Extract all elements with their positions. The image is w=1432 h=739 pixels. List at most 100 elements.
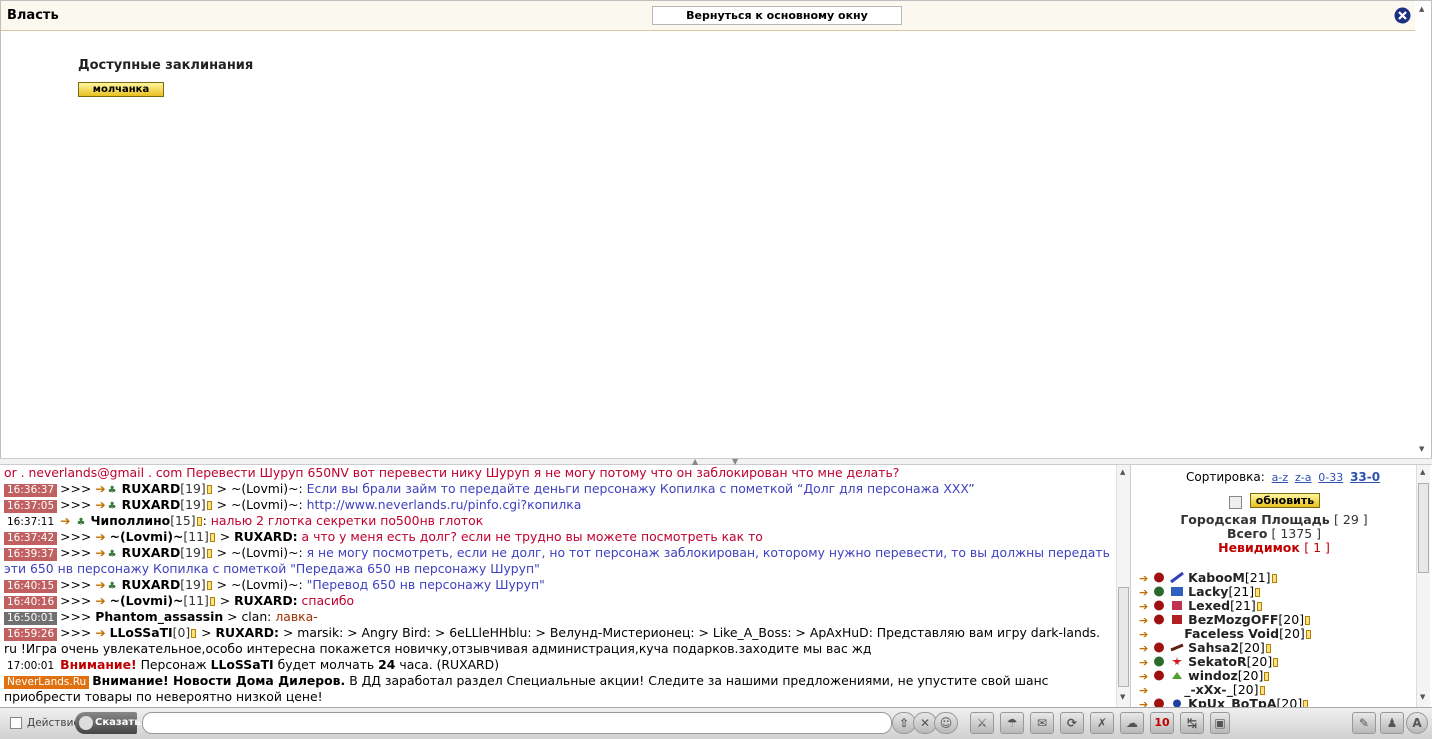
info-icon[interactable]	[206, 485, 212, 494]
info-icon[interactable]	[1273, 658, 1279, 667]
timestamp[interactable]: 16:37:05	[4, 500, 58, 513]
auto-refresh-checkbox[interactable]	[1229, 496, 1242, 509]
player-row[interactable]: ➔ Sahsa2[20]	[1139, 641, 1409, 655]
fight-icon[interactable]: ⚔	[970, 712, 994, 734]
recipient[interactable]: RUXARD:	[215, 625, 279, 640]
info-icon[interactable]	[1305, 630, 1311, 639]
info-icon[interactable]	[1305, 616, 1311, 625]
sort-za-link[interactable]: z-a	[1295, 471, 1311, 484]
nick[interactable]: Phantom_assassin	[95, 609, 223, 624]
nick[interactable]: RUXARD	[122, 577, 181, 592]
top-scrollbar[interactable]: ▲ ▼	[1415, 1, 1431, 459]
sort-az-link[interactable]: a-z	[1272, 471, 1288, 484]
panel-splitter[interactable]: ▲ ▼	[0, 457, 1432, 466]
window-icon[interactable]: ▣	[1210, 712, 1230, 734]
timer-icon[interactable]: 10	[1150, 712, 1174, 734]
silence-spell-button[interactable]: молчанка	[78, 82, 164, 97]
recipient[interactable]: RUXARD:	[234, 529, 298, 544]
private-arrow-icon[interactable]: ➔	[1139, 628, 1148, 641]
scroll-thumb[interactable]	[1418, 483, 1429, 573]
player-row[interactable]: ➔ Lexed[21]	[1139, 599, 1409, 613]
chat-bubble-icon[interactable]: ☁	[1120, 712, 1144, 734]
player-name[interactable]: SekatoR	[1188, 654, 1246, 669]
private-arrow-icon[interactable]: ➔	[1139, 670, 1148, 683]
scroll-up-icon[interactable]: ▲	[1120, 468, 1125, 476]
smiles-icon[interactable]: ☺	[934, 712, 958, 734]
player-row[interactable]: ➔ Lacky[21]	[1139, 585, 1409, 599]
timestamp[interactable]: 16:37:11	[4, 516, 57, 529]
group-icon[interactable]: ☂	[1000, 712, 1024, 734]
private-arrow-icon[interactable]: ➔	[1139, 600, 1148, 613]
refresh-button[interactable]: обновить	[1250, 493, 1320, 508]
scroll-down-icon[interactable]: ▼	[1120, 693, 1125, 701]
info-icon[interactable]	[1303, 700, 1309, 707]
player-row[interactable]: ➔ SekatoR[20]	[1139, 655, 1409, 669]
nick[interactable]: ~(Lovmi)~	[110, 593, 184, 608]
timestamp[interactable]: 17:00:01	[4, 660, 57, 673]
player-name[interactable]: Lacky	[1188, 584, 1228, 599]
nick[interactable]: LLoSSaTI	[211, 657, 274, 672]
private-arrow-icon[interactable]: ➔	[1139, 572, 1148, 585]
info-icon[interactable]	[1256, 602, 1262, 611]
font-icon[interactable]: A	[1406, 712, 1428, 734]
tools-icon[interactable]: ✗	[1090, 712, 1114, 734]
info-icon[interactable]	[1265, 644, 1271, 653]
private-arrow-icon[interactable]: ➔	[1139, 614, 1148, 627]
timestamp[interactable]: 16:39:37	[4, 548, 58, 561]
player-name[interactable]: _-xXx-_	[1184, 682, 1233, 697]
player-name[interactable]: Faceless Void	[1184, 626, 1279, 641]
player-row[interactable]: ➔ BezMozgOFF[20]	[1139, 613, 1409, 627]
action-checkbox[interactable]	[10, 717, 22, 729]
nick[interactable]: LLoSSaTI	[110, 625, 173, 640]
nick[interactable]: RUXARD	[122, 497, 181, 512]
timestamp[interactable]: 16:40:16	[4, 596, 58, 609]
private-arrow-icon[interactable]: ➔	[1139, 684, 1148, 697]
chat-input[interactable]	[142, 712, 892, 734]
lr-icon[interactable]: ↹	[1180, 712, 1204, 734]
timestamp[interactable]: 16:40:15	[4, 580, 58, 593]
timestamp[interactable]: 16:37:42	[4, 532, 58, 545]
scroll-down-icon[interactable]: ▼	[1420, 693, 1425, 701]
private-arrow-icon[interactable]: ➔	[1139, 642, 1148, 655]
info-icon[interactable]	[206, 581, 212, 590]
scroll-thumb[interactable]	[1118, 587, 1129, 687]
close-icon[interactable]	[1394, 7, 1411, 24]
timestamp[interactable]: 16:36:37	[4, 484, 58, 497]
player-row[interactable]: ➔ _-xXx-_[20]	[1139, 683, 1409, 697]
info-icon[interactable]	[209, 597, 215, 606]
private-arrow-icon[interactable]: ➔	[1139, 698, 1148, 707]
player-name[interactable]: KabooM	[1188, 570, 1245, 585]
timestamp[interactable]: 16:59:26	[4, 628, 58, 641]
timestamp[interactable]: 16:50:01	[4, 612, 58, 625]
player-row[interactable]: ➔ KpUx_BoTpA[20]	[1139, 697, 1409, 707]
scroll-icon[interactable]: ✉	[1030, 712, 1054, 734]
player-name[interactable]: Sahsa2	[1188, 640, 1239, 655]
info-icon[interactable]	[1259, 686, 1265, 695]
neverlands-badge[interactable]: NeverLands.Ru	[4, 676, 90, 689]
message-link[interactable]: http://www.neverlands.ru/pinfo.cgi?копил…	[307, 497, 582, 512]
chat-scrollbar[interactable]: ▲ ▼	[1116, 465, 1130, 707]
people-icon[interactable]: ♟	[1380, 712, 1404, 734]
info-icon[interactable]	[1264, 672, 1270, 681]
refresh-icon[interactable]: ⟳	[1060, 712, 1084, 734]
player-row[interactable]: ➔ KabooM[21]	[1139, 571, 1409, 585]
recipient[interactable]: RUXARD:	[234, 593, 298, 608]
private-arrow-icon[interactable]: ➔	[1139, 586, 1148, 599]
player-name[interactable]: windoz	[1188, 668, 1238, 683]
info-icon[interactable]	[206, 549, 212, 558]
scroll-down-icon[interactable]: ▼	[1419, 445, 1424, 453]
player-name[interactable]: BezMozgOFF	[1188, 612, 1278, 627]
info-icon[interactable]	[206, 501, 212, 510]
info-icon[interactable]	[191, 629, 197, 638]
player-row[interactable]: ➔ windoz[20]	[1139, 669, 1409, 683]
player-name[interactable]: KpUx_BoTpA	[1188, 696, 1276, 708]
player-name[interactable]: Lexed	[1188, 598, 1230, 613]
nick[interactable]: RUXARD	[122, 545, 181, 560]
edit-icon[interactable]: ✎	[1352, 712, 1376, 734]
scroll-up-icon[interactable]: ▲	[1420, 468, 1425, 476]
nick[interactable]: RUXARD	[122, 481, 181, 496]
nick[interactable]: Чиполлино	[91, 513, 171, 528]
say-button[interactable]: Сказать:	[75, 712, 145, 734]
back-to-main-window-button[interactable]: Вернуться к основному окну	[652, 6, 902, 25]
sort-level-asc-link[interactable]: 0-33	[1318, 471, 1343, 484]
